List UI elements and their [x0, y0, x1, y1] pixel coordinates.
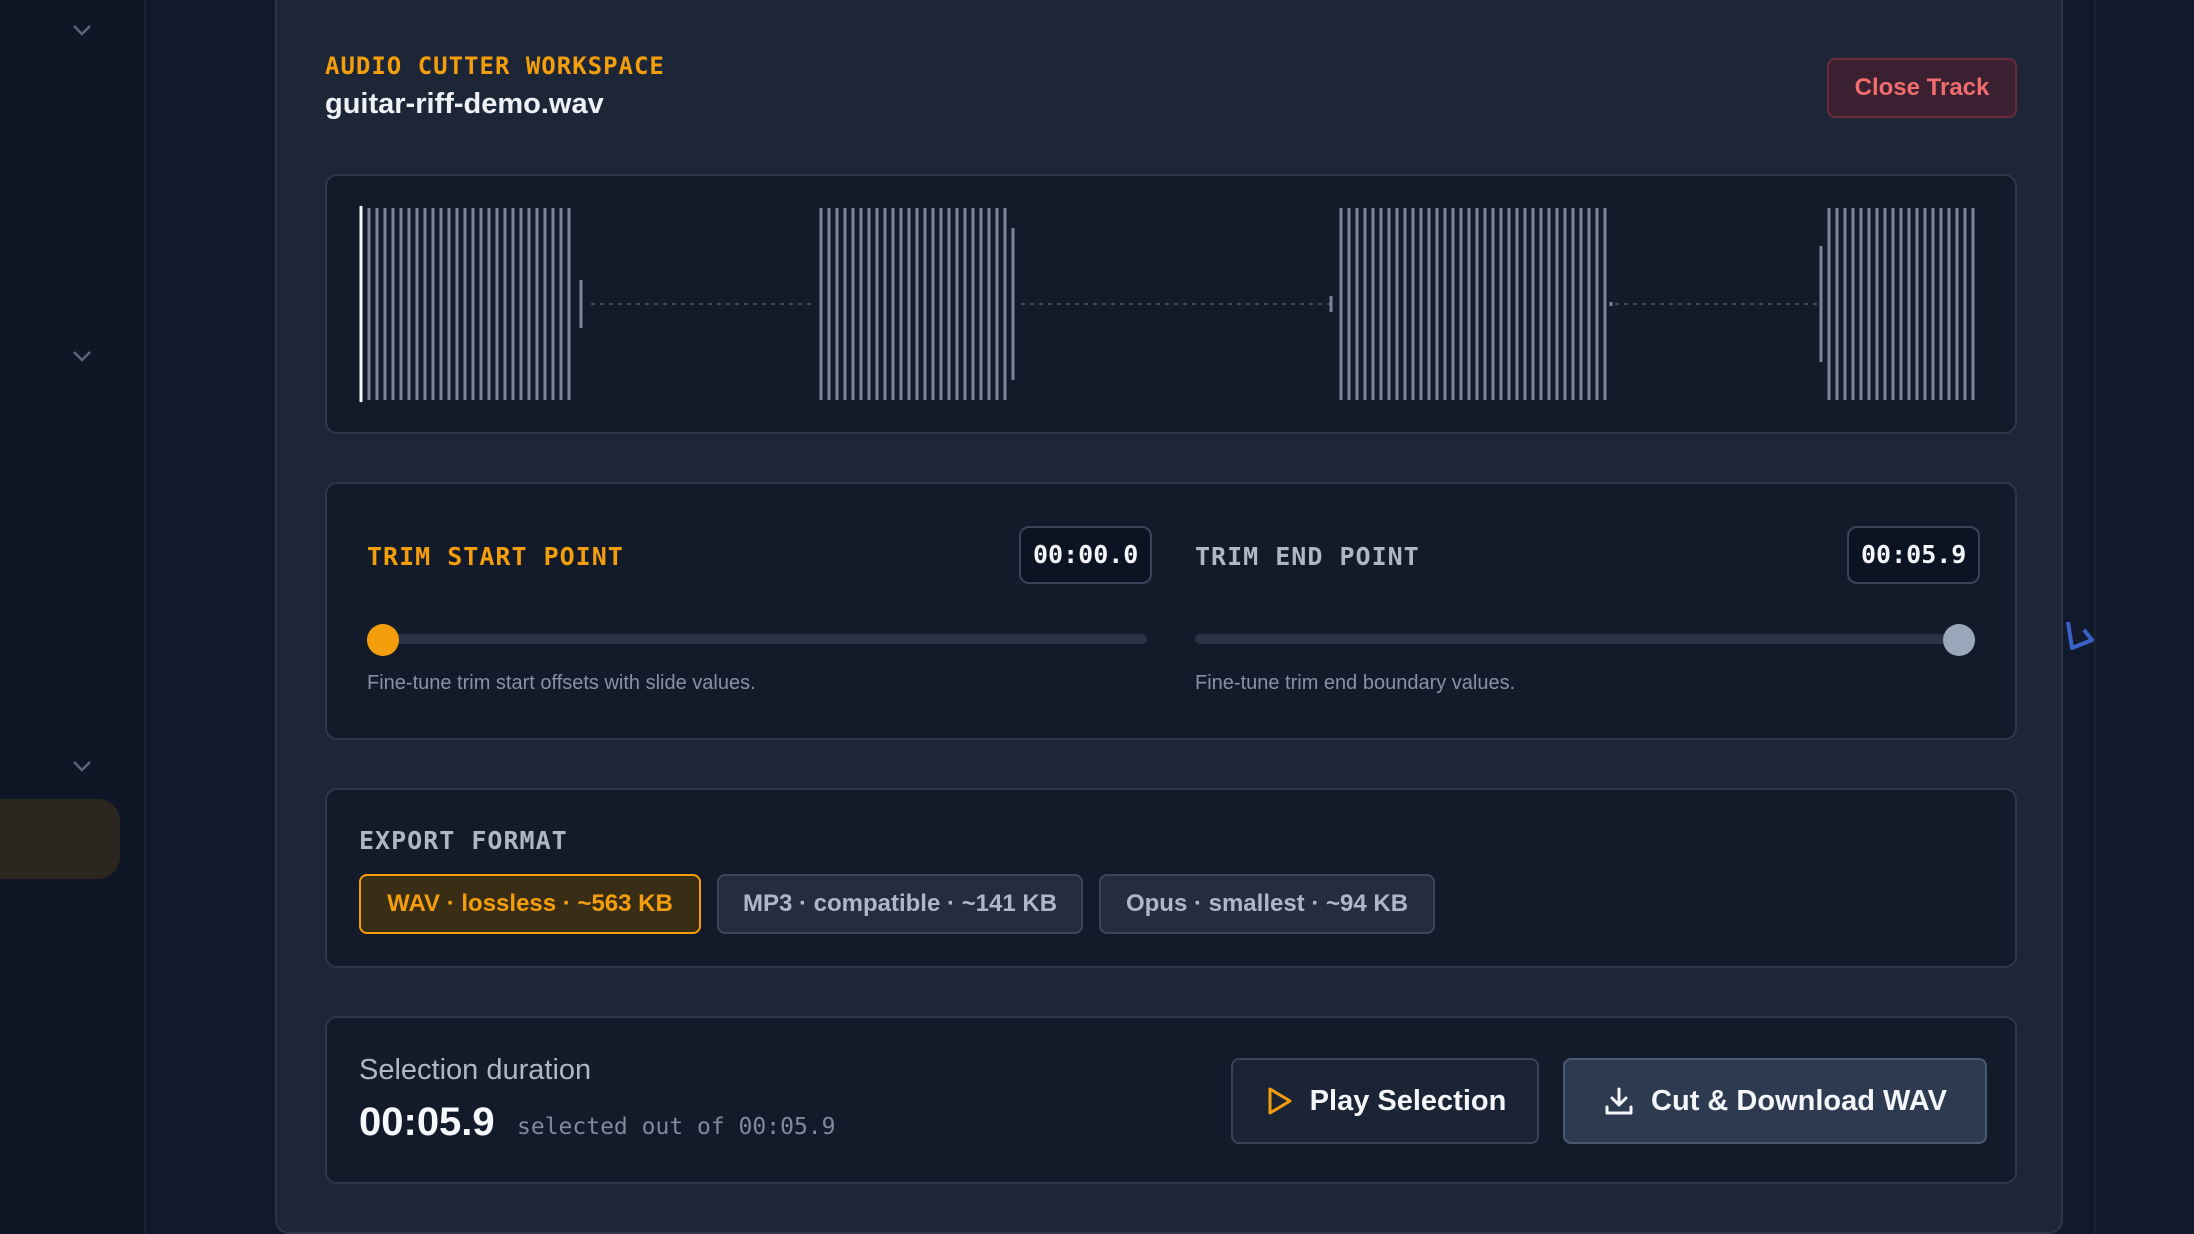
- cut-download-label: Cut & Download WAV: [1651, 1084, 1947, 1117]
- play-icon: [1268, 1087, 1292, 1115]
- right-divider: [2094, 0, 2096, 1234]
- chevron-down-icon[interactable]: [70, 348, 94, 364]
- format-option-opus[interactable]: Opus · smallest · ~94 KB: [1099, 874, 1435, 934]
- selection-footer: Selection duration 00:05.9 selected out …: [325, 1016, 2017, 1184]
- trim-start-thumb[interactable]: [367, 624, 399, 656]
- close-track-button[interactable]: Close Track: [1827, 58, 2017, 118]
- trim-end-hint: Fine-tune trim end boundary values.: [1195, 672, 1516, 694]
- trim-end-label: TRIM END POINT: [1195, 542, 1420, 571]
- format-option-wav[interactable]: WAV · lossless · ~563 KB: [359, 874, 701, 934]
- sidebar: [0, 0, 146, 1234]
- trim-start-track[interactable]: [367, 634, 1147, 644]
- audio-cutter-panel: AUDIO CUTTER WORKSPACE guitar-riff-demo.…: [275, 0, 2063, 1234]
- trim-start-time[interactable]: 00:00.0: [1019, 526, 1153, 584]
- selection-duration-note: selected out of 00:05.9: [517, 1114, 836, 1140]
- format-option-mp3[interactable]: MP3 · compatible · ~141 KB: [717, 874, 1083, 934]
- play-selection-button[interactable]: Play Selection: [1231, 1058, 1539, 1144]
- export-format-card: EXPORT FORMAT WAV · lossless · ~563 KB M…: [325, 788, 2017, 968]
- cut-download-button[interactable]: Cut & Download WAV: [1563, 1058, 1987, 1144]
- sidebar-item-active[interactable]: [0, 799, 120, 879]
- selection-duration-value: 00:05.9: [359, 1100, 495, 1144]
- chevron-down-icon[interactable]: [70, 22, 94, 38]
- trim-start-hint: Fine-tune trim start offsets with slide …: [367, 672, 756, 694]
- trim-end-track[interactable]: [1195, 634, 1975, 644]
- waveform-card[interactable]: [325, 174, 2017, 434]
- trim-controls: TRIM START POINT 00:00.0 Fine-tune trim …: [325, 482, 2017, 740]
- workspace-label: AUDIO CUTTER WORKSPACE: [325, 52, 665, 80]
- file-name: guitar-riff-demo.wav: [325, 88, 604, 120]
- play-selection-label: Play Selection: [1309, 1084, 1507, 1117]
- selection-duration-label: Selection duration: [359, 1054, 592, 1086]
- waveform[interactable]: [327, 176, 2015, 432]
- export-format-label: EXPORT FORMAT: [359, 826, 568, 855]
- trim-end-time[interactable]: 00:05.9: [1847, 526, 1981, 584]
- decorative-stroke-icon: [2066, 621, 2094, 650]
- chevron-down-icon[interactable]: [70, 758, 94, 774]
- trim-start-label: TRIM START POINT: [367, 542, 624, 571]
- trim-end-thumb[interactable]: [1943, 624, 1975, 656]
- download-icon: [1605, 1087, 1633, 1115]
